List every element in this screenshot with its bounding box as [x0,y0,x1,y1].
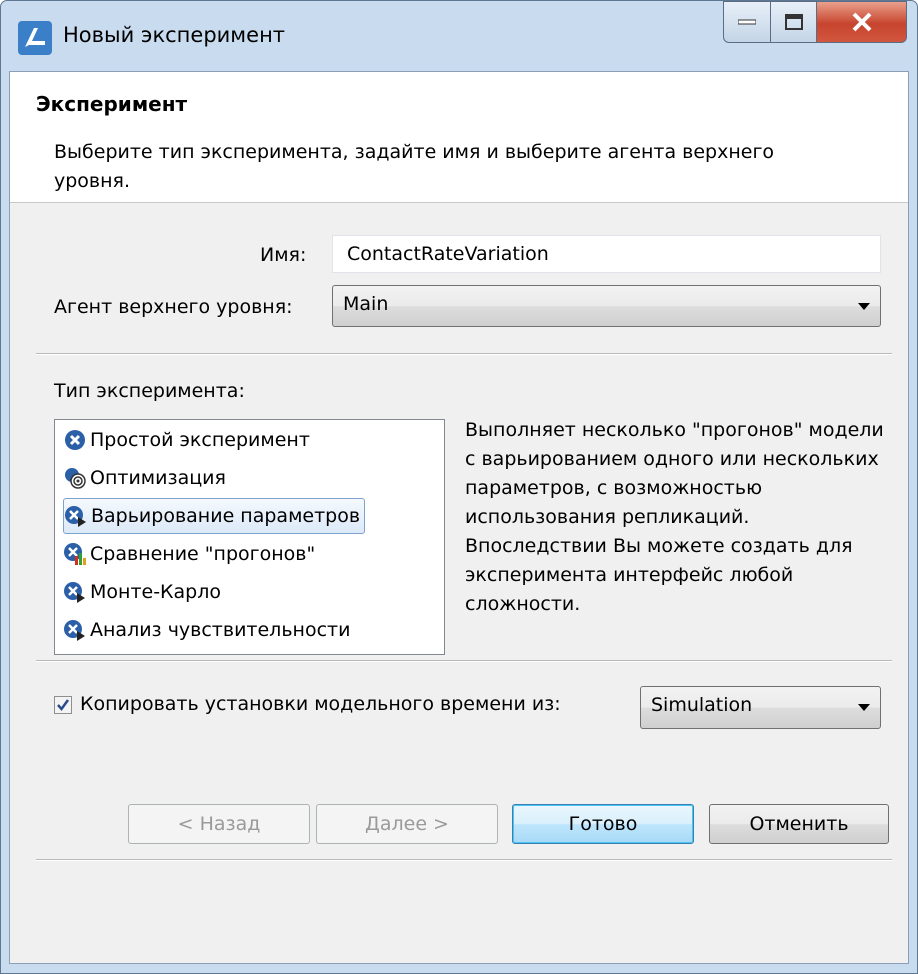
monte-carlo-icon [64,582,85,603]
list-item-label: Простой эксперимент [90,429,310,451]
minimize-button[interactable] [723,1,771,43]
window-title: Новый эксперимент [63,23,286,47]
cancel-button[interactable]: Отменить [709,804,889,844]
experiment-type-optimization[interactable]: Оптимизация [63,461,226,495]
compare-runs-icon [64,543,86,565]
page-title: Эксперимент [36,92,188,116]
experiment-type-compare-runs[interactable]: Сравнение "прогонов" [63,537,315,571]
page-description: Выберите тип эксперимента, задайте имя и… [54,141,775,192]
sensitivity-analysis-icon [64,620,85,641]
experiment-type-list[interactable]: Простой эксперимент Оптимизация Варьиров… [54,419,445,655]
finish-button[interactable]: Готово [512,804,694,844]
title-bar[interactable]: Новый эксперимент [1,1,917,71]
minimize-icon [738,19,756,25]
new-experiment-dialog: Новый эксперимент Эксперимент Выберите т… [0,0,918,974]
maximize-button[interactable] [771,1,817,43]
experiment-type-label: Тип эксперимента: [54,380,245,402]
top-level-agent-label: Агент верхнего уровня: [54,296,293,318]
wizard-banner: Эксперимент Выберите тип эксперимента, з… [10,72,908,203]
list-item-label: Варьирование параметров [91,505,361,527]
copy-settings-checkbox[interactable] [54,696,72,714]
simple-experiment-icon [65,430,85,450]
divider [36,353,892,355]
name-field[interactable]: ContactRateVariation [332,235,881,273]
copy-settings-label: Копировать установки модельного времени … [80,693,561,715]
description-text: Выполняет несколько "прогонов" модели с … [465,419,884,615]
experiment-type-monte-carlo[interactable]: Монте-Карло [63,575,221,609]
divider [36,660,892,662]
experiment-type-simple[interactable]: Простой эксперимент [63,423,310,457]
dialog-client-area: Эксперимент Выберите тип эксперимента, з… [9,71,909,964]
top-level-agent-value: Main [343,293,389,315]
optimization-icon [65,468,86,489]
maximize-icon [784,14,803,30]
divider [36,859,892,861]
caption-buttons [723,1,907,45]
checkmark-icon [57,699,70,712]
top-level-agent-dropdown[interactable]: Main [332,285,881,327]
experiment-type-parameter-variation[interactable]: Варьирование параметров [63,498,366,534]
list-item-label: Монте-Карло [90,581,222,603]
experiment-type-sensitivity-analysis[interactable]: Анализ чувствительности [63,613,350,647]
name-label: Имя: [260,244,307,266]
experiment-type-description: Выполняет несколько "прогонов" модели с … [465,416,895,619]
model-time-source-dropdown[interactable]: Simulation [640,686,881,729]
parameter-variation-icon [65,506,86,527]
next-button[interactable]: Далее > [316,804,498,844]
list-item-label: Оптимизация [90,467,226,489]
list-item-label: Сравнение "прогонов" [90,543,316,565]
close-icon [852,12,871,32]
model-time-source-value: Simulation [651,694,753,716]
anylogic-app-icon [18,21,52,55]
list-item-label: Анализ чувствительности [90,619,351,641]
close-button[interactable] [817,1,907,43]
chevron-down-icon [858,704,870,711]
back-button[interactable]: < Назад [128,804,310,844]
chevron-down-icon [858,303,870,310]
